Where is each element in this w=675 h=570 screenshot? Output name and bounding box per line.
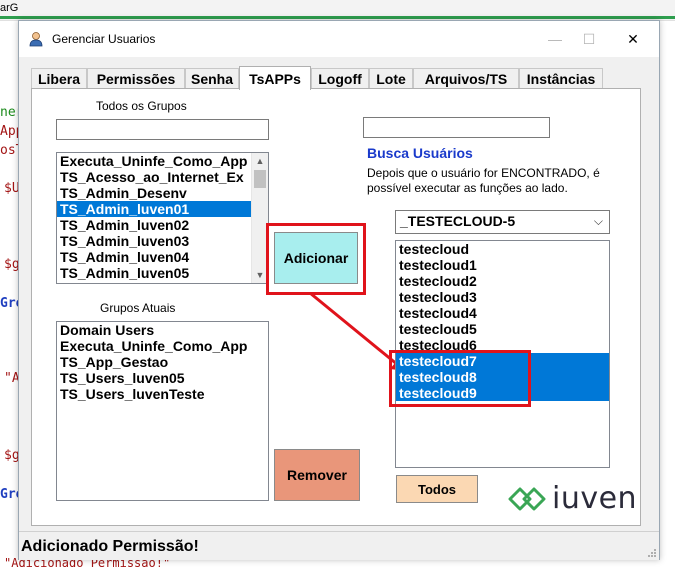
all-groups-list-item[interactable]: TS_Admin_luven05 — [57, 265, 253, 281]
window-title: Gerenciar Usuarios — [52, 32, 156, 46]
users-list-item[interactable]: testecloud8 — [396, 369, 609, 385]
current-groups-list-item[interactable]: Executa_Uninfe_Como_App — [57, 338, 268, 354]
close-button[interactable]: ✕ — [619, 27, 647, 51]
iuven-logo-mark-icon — [508, 487, 546, 511]
tab-arquivos-ts[interactable]: Arquivos/TS — [413, 68, 519, 88]
status-message: Adicionado Permissão! — [21, 538, 199, 555]
all-groups-list-item[interactable]: TS_Admin_luven01 — [57, 201, 253, 217]
scroll-down-icon[interactable]: ▼ — [252, 267, 268, 283]
all-groups-list-item[interactable]: Executa_Uninfe_Como_App — [57, 153, 253, 169]
tab-instancias[interactable]: Instâncias — [519, 68, 603, 88]
chevron-down-icon[interactable]: ⌵ — [594, 214, 603, 229]
current-groups-list-item[interactable]: TS_Users_luvenTeste — [57, 386, 268, 402]
all-groups-label: Todos os Grupos — [96, 99, 187, 113]
tab-libera[interactable]: Libera — [31, 68, 87, 88]
user-search-title: Busca Usuários — [367, 145, 473, 161]
user-combobox[interactable]: _TESTECLOUD-5 ⌵ — [395, 210, 610, 234]
current-groups-list-item[interactable]: TS_Users_luven05 — [57, 370, 268, 386]
scroll-up-icon[interactable]: ▲ — [252, 153, 268, 169]
background-tab-fragment: arG — [0, 2, 19, 14]
select-all-button[interactable]: Todos — [396, 475, 478, 503]
maximize-button[interactable]: ☐ — [575, 27, 603, 51]
user-combobox-value: _TESTECLOUD-5 — [400, 213, 516, 229]
logo-text: iuven — [552, 481, 638, 516]
users-list-item[interactable]: testecloud1 — [396, 257, 609, 273]
users-list-item[interactable]: testecloud2 — [396, 273, 609, 289]
current-groups-list-item[interactable]: TS_App_Gestao — [57, 354, 268, 370]
company-logo: iuven — [508, 481, 638, 517]
user-app-icon — [29, 32, 43, 47]
scroll-thumb[interactable] — [254, 170, 266, 188]
users-list-item[interactable]: testecloud — [396, 241, 609, 257]
title-bar[interactable]: Gerenciar Usuarios — ☐ ✕ — [19, 21, 659, 57]
users-list-item[interactable]: testecloud7 — [396, 353, 609, 369]
tab-senha[interactable]: Senha — [185, 68, 239, 88]
all-groups-list-item[interactable]: TS_Admin_luven03 — [57, 233, 253, 249]
users-list-item[interactable]: testecloud3 — [396, 289, 609, 305]
all-groups-filter-input[interactable] — [56, 119, 269, 140]
users-list-item[interactable]: testecloud6 — [396, 337, 609, 353]
users-list-item[interactable]: testecloud9 — [396, 385, 609, 401]
current-groups-list-item[interactable]: Domain Users — [57, 322, 268, 338]
users-list-item[interactable]: testecloud4 — [396, 305, 609, 321]
tab-permissoes[interactable]: Permissões — [87, 68, 185, 88]
resize-grip-icon[interactable] — [647, 548, 657, 558]
all-groups-list-item[interactable]: TS_Admin_Desenv — [57, 185, 253, 201]
user-search-help-line2: possível executar as funções ao lado. — [367, 181, 568, 195]
manage-users-window: Gerenciar Usuarios — ☐ ✕ Libera Permissõ… — [18, 20, 660, 560]
tab-lote[interactable]: Lote — [369, 68, 413, 88]
all-groups-items: Executa_Uninfe_Como_App TS_Acesso_ao_Inte… — [57, 153, 253, 281]
status-bar: Adicionado Permissão! — [19, 531, 659, 560]
users-items: testecloud testecloud1 testecloud2 testeclo… — [396, 241, 609, 401]
tab-tsapps[interactable]: TsAPPs — [239, 66, 311, 90]
current-groups-label: Grupos Atuais — [100, 301, 176, 315]
current-groups-items: Domain Users Executa_Uninfe_Como_App TS_Ap… — [57, 322, 268, 402]
remove-button[interactable]: Remover — [274, 449, 360, 501]
add-button[interactable]: Adicionar — [274, 232, 358, 284]
users-list[interactable]: testecloud testecloud1 testecloud2 testeclo… — [395, 240, 610, 468]
users-list-item[interactable]: testecloud5 — [396, 321, 609, 337]
tsapps-tab-panel: Todos os Grupos Executa_Uninfe_Como_App T… — [31, 88, 641, 526]
all-groups-scrollbar[interactable]: ▲ ▼ — [251, 153, 268, 283]
current-groups-list[interactable]: Domain Users Executa_Uninfe_Como_App TS_Ap… — [56, 321, 269, 501]
all-groups-list-item[interactable]: TS_Acesso_ao_Internet_Ex — [57, 169, 253, 185]
background-accent-line — [0, 16, 675, 19]
tab-logoff[interactable]: Logoff — [311, 68, 369, 88]
user-search-input[interactable] — [363, 117, 550, 138]
all-groups-list[interactable]: Executa_Uninfe_Como_App TS_Acesso_ao_Inte… — [56, 152, 269, 284]
minimize-button[interactable]: — — [541, 27, 569, 51]
all-groups-list-item[interactable]: TS_Admin_luven02 — [57, 217, 253, 233]
user-search-help-line1: Depois que o usuário for ENCONTRADO, é — [367, 166, 600, 180]
all-groups-list-item[interactable]: TS_Admin_luven04 — [57, 249, 253, 265]
